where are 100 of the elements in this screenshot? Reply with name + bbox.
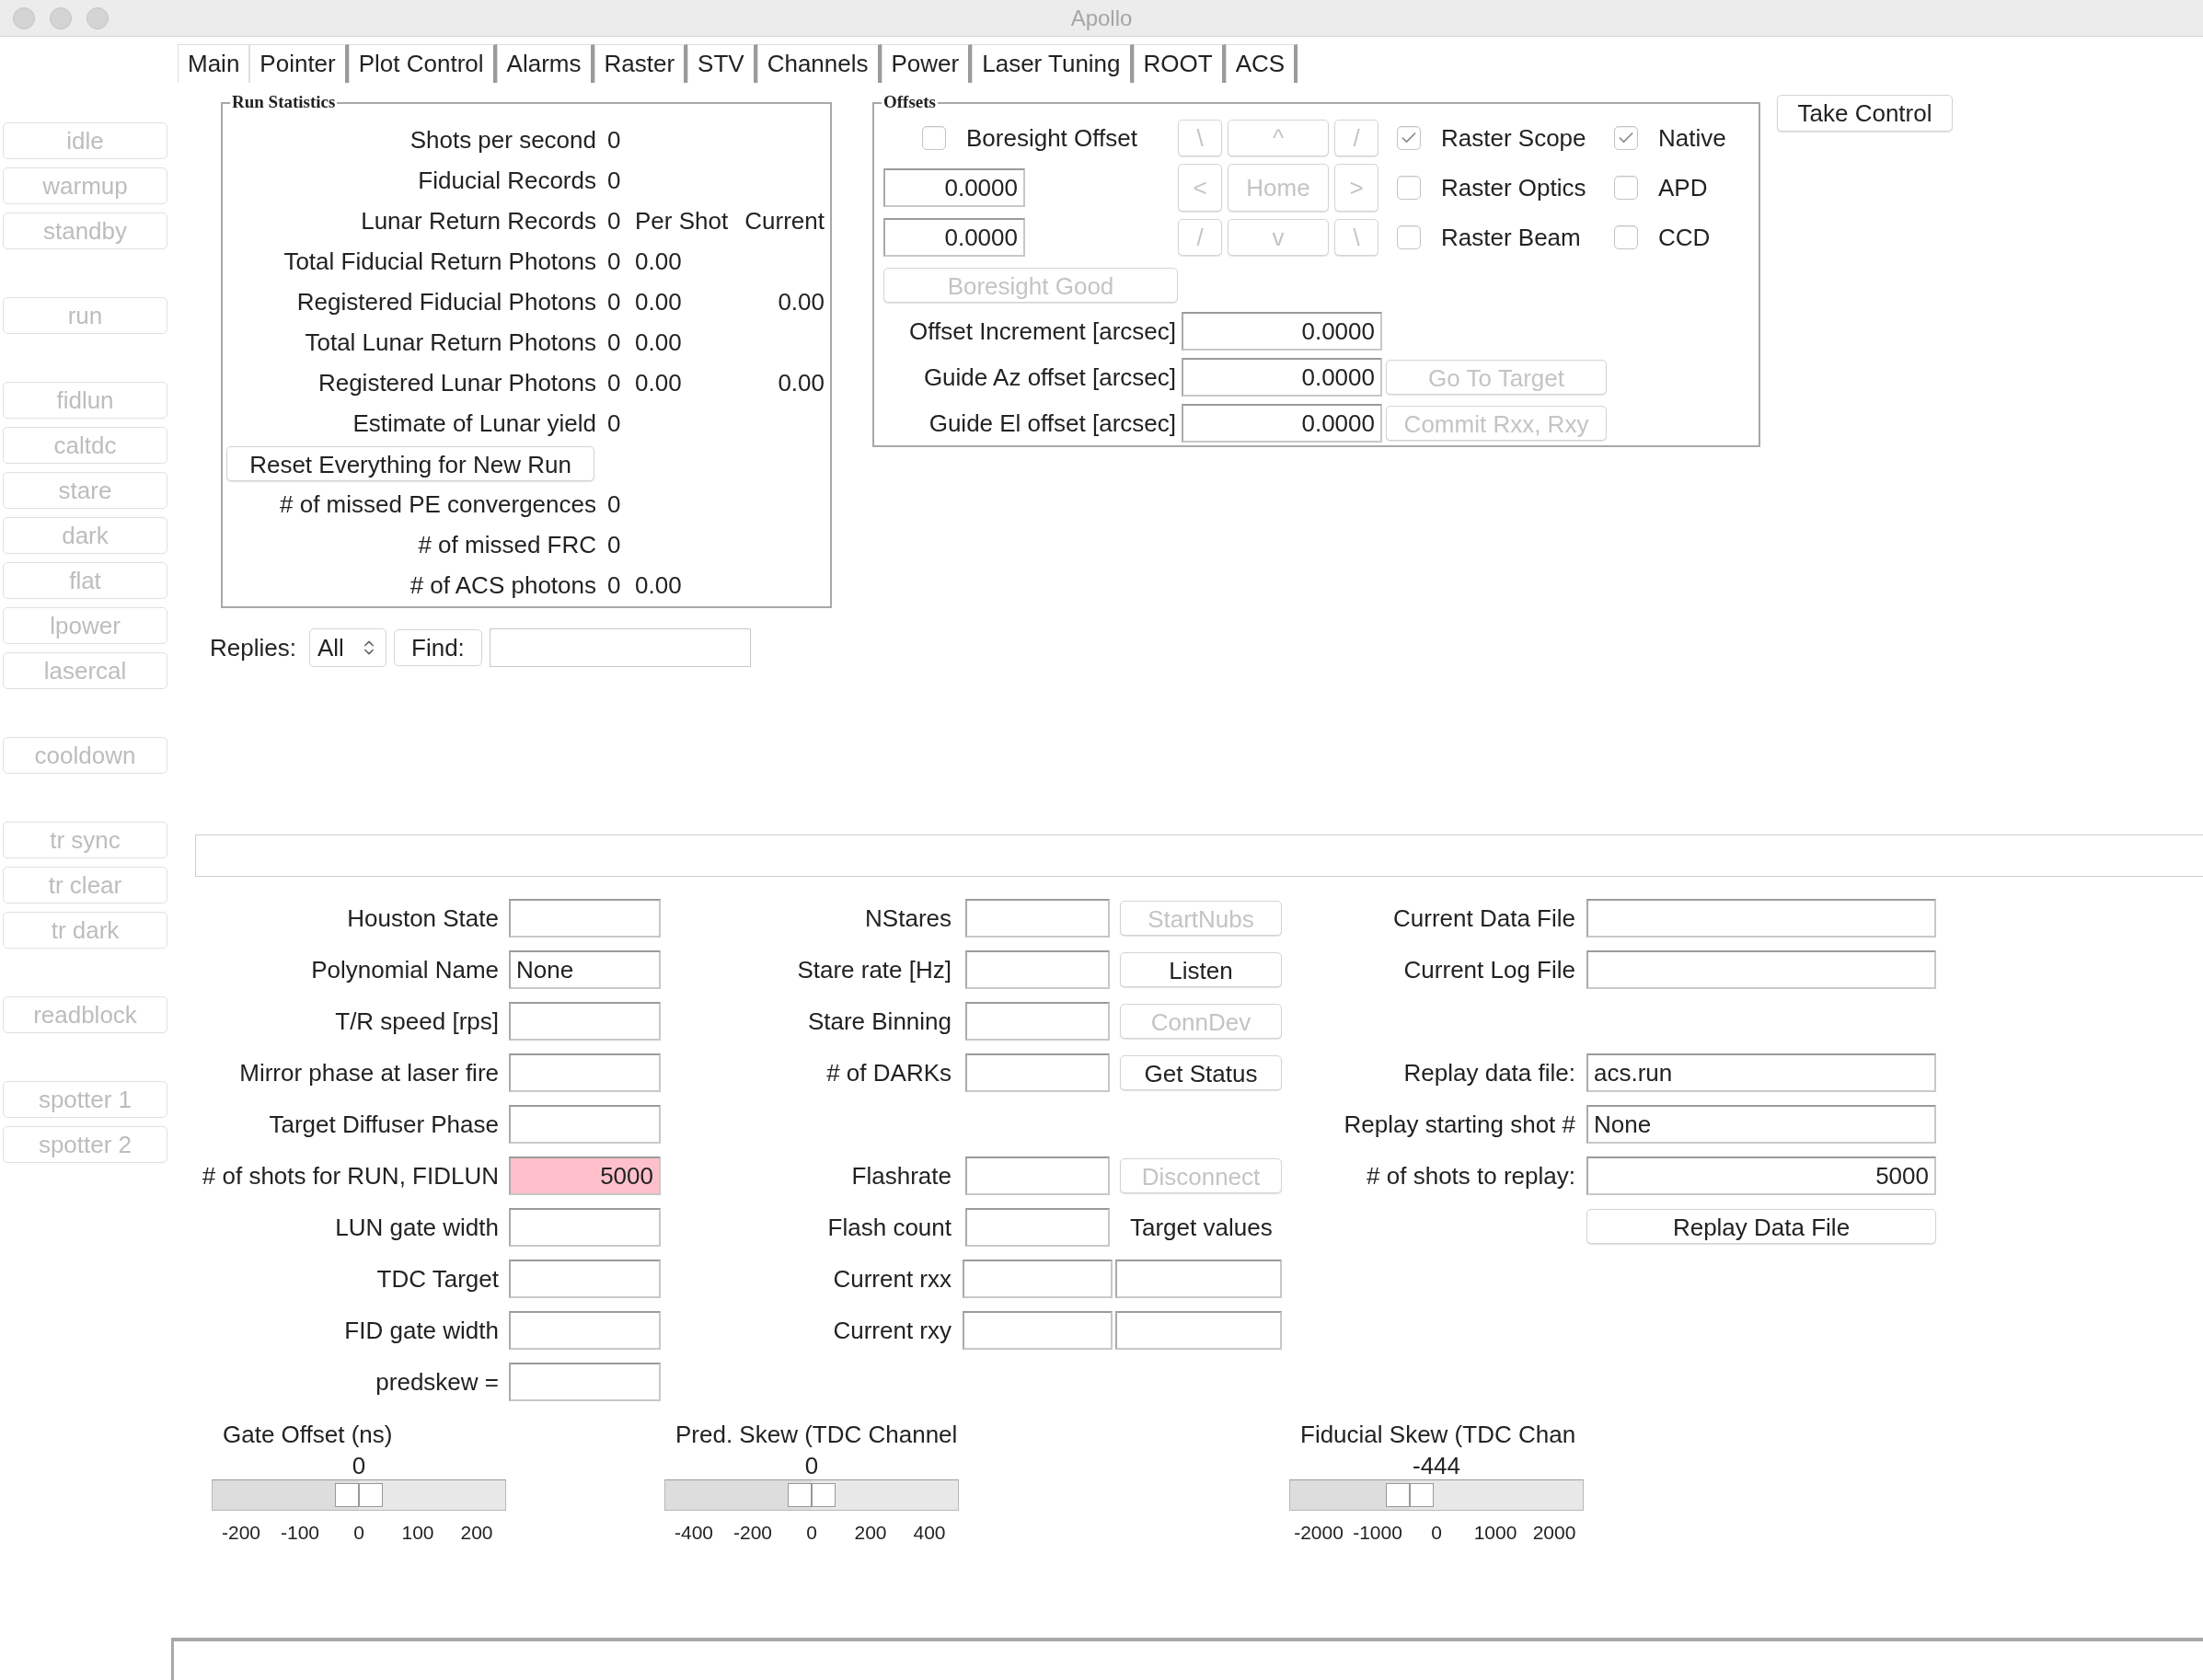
find-field[interactable] xyxy=(489,628,751,667)
offset-field[interactable]: 0.0000 xyxy=(1182,312,1382,351)
offset-field[interactable]: 0.0000 xyxy=(883,168,1025,207)
stat-value: 0 xyxy=(607,408,622,439)
tick-label: 2000 xyxy=(1532,1521,1576,1545)
offset-field[interactable]: 0.0000 xyxy=(883,218,1025,257)
form-field[interactable] xyxy=(963,1311,1113,1350)
form-field[interactable] xyxy=(1115,1260,1282,1298)
checkbox[interactable] xyxy=(922,126,946,150)
tick-label: 1000 xyxy=(1473,1521,1517,1545)
form-label: FID gate width xyxy=(344,1316,499,1344)
checkbox[interactable] xyxy=(1614,225,1638,249)
form-button[interactable]: Listen xyxy=(1120,952,1282,987)
current-value: 0.00 xyxy=(778,287,825,316)
checkbox[interactable] xyxy=(1397,176,1421,200)
form-field[interactable]: 5000 xyxy=(509,1156,661,1195)
form-field[interactable] xyxy=(509,1002,661,1041)
form-button[interactable]: Get Status xyxy=(1120,1055,1282,1090)
checkbox-label: APD xyxy=(1658,172,1708,203)
form-label: predskew = xyxy=(375,1367,499,1396)
form-label: Houston State xyxy=(347,903,499,932)
form-label: NStares xyxy=(865,903,952,932)
take-control-button[interactable]: Take Control xyxy=(1777,95,1953,132)
per-shot-value: Per Shot xyxy=(635,206,729,235)
slider-thumb[interactable] xyxy=(1386,1483,1435,1507)
target-values-label: Target values xyxy=(1130,1212,1273,1243)
window-control-icon[interactable] xyxy=(87,6,109,29)
tab[interactable]: Pointer xyxy=(249,44,349,83)
slider-title: Gate Offset (ns) xyxy=(222,1420,394,1448)
replies-label: Replies: xyxy=(210,632,296,663)
tab[interactable]: ROOT xyxy=(1133,44,1226,83)
form-field[interactable] xyxy=(509,1105,661,1144)
form-field[interactable] xyxy=(509,1311,661,1350)
form-field[interactable] xyxy=(1586,950,1936,989)
tick-label: -200 xyxy=(222,1521,260,1545)
slider-value: 0 xyxy=(804,1451,819,1479)
form-field[interactable]: None xyxy=(1586,1105,1936,1144)
offset-field[interactable]: 0.0000 xyxy=(1182,358,1382,397)
slider-thumb[interactable] xyxy=(335,1483,383,1507)
tab[interactable]: ACS xyxy=(1225,44,1298,83)
tick-label: 200 xyxy=(460,1521,493,1545)
replies-select[interactable]: All xyxy=(308,628,386,667)
tick-label: 0 xyxy=(353,1521,364,1545)
tab[interactable]: Alarms xyxy=(496,44,594,83)
stat-label: Lunar Return Records xyxy=(360,205,596,236)
form-field[interactable]: None xyxy=(509,950,661,989)
stat-label: # of missed PE convergences xyxy=(279,489,596,520)
reset-button[interactable]: Reset Everything for New Run xyxy=(226,446,594,481)
checkbox-label: Native xyxy=(1658,122,1726,154)
form-field[interactable] xyxy=(509,1208,661,1247)
window-control-icon[interactable] xyxy=(13,6,35,29)
tick-label: 0 xyxy=(806,1521,817,1545)
form-field[interactable]: acs.run xyxy=(1586,1053,1936,1092)
offset-label: Guide El offset [arcsec] xyxy=(928,408,1176,439)
tab[interactable]: Main xyxy=(178,44,250,83)
form-field[interactable] xyxy=(965,899,1110,938)
find-button[interactable]: Find: xyxy=(393,629,482,666)
tab[interactable]: Laser Tuning xyxy=(972,44,1134,83)
tab[interactable]: Power xyxy=(881,44,973,83)
form-field[interactable] xyxy=(1115,1311,1282,1350)
form-field[interactable] xyxy=(963,1260,1113,1298)
offset-field[interactable]: 0.0000 xyxy=(1182,404,1382,443)
form-label: # of shots for RUN, FIDLUN xyxy=(202,1161,499,1190)
form-field[interactable] xyxy=(965,1002,1110,1041)
form-field[interactable] xyxy=(509,1363,661,1401)
stat-label: Total Fiducial Return Photons xyxy=(283,246,596,277)
form-field[interactable] xyxy=(509,1260,661,1298)
per-shot-value: 0.00 xyxy=(635,328,682,356)
log-field[interactable] xyxy=(195,834,2203,877)
replay-button[interactable]: Replay Data File xyxy=(1586,1209,1936,1244)
slider-thumb[interactable] xyxy=(788,1483,836,1507)
form-label: Mirror phase at laser fire xyxy=(239,1058,499,1087)
form-label: Flashrate xyxy=(851,1161,952,1190)
window-control-icon[interactable] xyxy=(50,6,72,29)
form-field[interactable] xyxy=(509,1053,661,1092)
tick-label: -400 xyxy=(675,1521,713,1545)
per-shot-value: 0.00 xyxy=(635,247,682,275)
tick-label: 200 xyxy=(854,1521,887,1545)
tab[interactable]: STV xyxy=(687,44,757,83)
current-value: 0.00 xyxy=(778,368,825,397)
form-field[interactable] xyxy=(965,1156,1110,1195)
form-field[interactable] xyxy=(965,1053,1110,1092)
tab[interactable]: Raster xyxy=(594,44,688,83)
form-field[interactable] xyxy=(1586,899,1936,938)
form-field[interactable] xyxy=(965,950,1110,989)
form-field[interactable] xyxy=(965,1208,1110,1247)
checkbox-label: Raster Beam xyxy=(1441,222,1581,253)
checkbox[interactable] xyxy=(1397,225,1421,249)
form-field[interactable]: 5000 xyxy=(1586,1156,1936,1195)
slider-title: Fiducial Skew (TDC Chan xyxy=(1299,1420,1577,1448)
checkbox[interactable] xyxy=(1614,176,1638,200)
form-label: Replay starting shot # xyxy=(1344,1110,1575,1138)
form-label: Polynomial Name xyxy=(311,955,499,984)
form-field[interactable] xyxy=(509,899,661,938)
checkbox[interactable] xyxy=(1397,126,1421,150)
checkbox[interactable] xyxy=(1614,126,1638,150)
tab[interactable]: Plot Control xyxy=(348,44,497,83)
tick-label: -100 xyxy=(281,1521,319,1545)
tab[interactable]: Channels xyxy=(756,44,882,83)
stat-value: 0 xyxy=(607,367,622,398)
